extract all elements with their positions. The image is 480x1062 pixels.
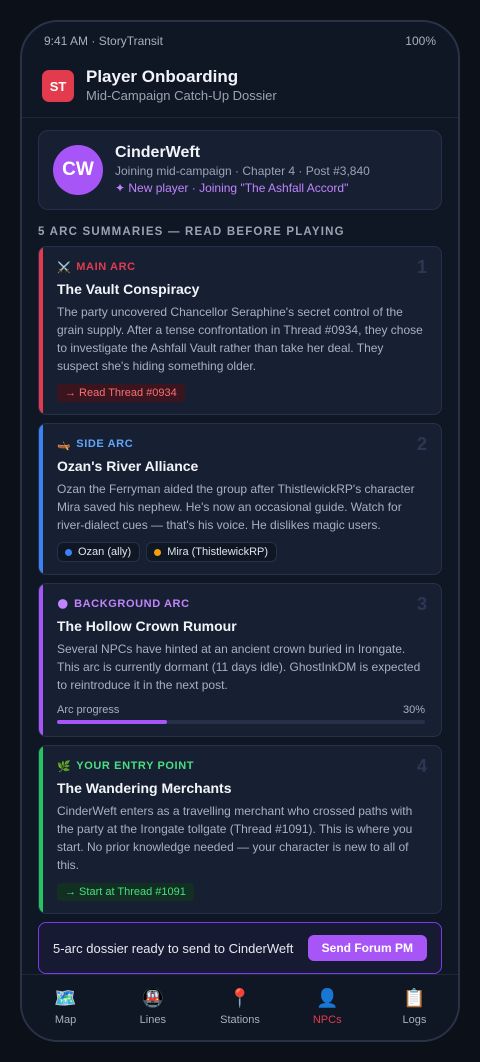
arc-card-side[interactable]: 2 🛶 SIDE ARC Ozan's River Alliance Ozan … xyxy=(38,423,442,575)
phone-frame: 9:41 AM · StoryTransit 100% ST Player On… xyxy=(20,20,460,1042)
battery-level: 100% xyxy=(405,34,436,48)
pin-icon: 📍 xyxy=(228,988,252,1008)
new-player-badge: ✦ New player · Joining "The Ashfall Acco… xyxy=(115,181,349,195)
arc-number: 3 xyxy=(416,594,427,614)
progress-track xyxy=(57,720,425,724)
swords-icon: ⚔️ xyxy=(57,261,72,274)
arc-number: 2 xyxy=(416,434,427,454)
app-logo: ST xyxy=(42,70,74,102)
arc-summary: The party uncovered Chancellor Seraphine… xyxy=(57,305,423,373)
map-icon: 🗺️ xyxy=(54,988,77,1008)
tab-label: Map xyxy=(54,1014,77,1026)
app-header: ST Player Onboarding Mid-Campaign Catch-… xyxy=(22,60,458,118)
person-icon: 👤 xyxy=(316,988,339,1008)
ally-dot-icon xyxy=(65,548,72,556)
arc-tag-label: YOUR ENTRY POINT xyxy=(76,760,195,772)
arc-accent-bar xyxy=(39,247,43,414)
herb-icon: 🌿 xyxy=(57,760,72,773)
progress-label: Arc progress xyxy=(57,704,120,716)
arc-title: The Hollow Crown Rumour xyxy=(57,618,237,634)
arc-card-main[interactable]: 1 ⚔️ MAIN ARC The Vault Conspiracy The p… xyxy=(38,246,442,415)
arc-number: 1 xyxy=(416,257,427,277)
arc-tag-label: BACKGROUND ARC xyxy=(74,598,190,610)
read-thread-link[interactable]: → Read Thread #0934 xyxy=(57,384,185,402)
arc-tag: 🛶 SIDE ARC xyxy=(57,436,425,452)
metro-icon: 🚇 xyxy=(141,988,165,1008)
arc-tag: 🌿 YOUR ENTRY POINT xyxy=(57,758,425,774)
tab-label: Stations xyxy=(220,1014,260,1026)
tab-label: NPCs xyxy=(312,1014,342,1026)
bottom-tab-bar: 🗺️ Map 🚇 Lines 📍 Stations 👤 NPCs 📋 Logs xyxy=(22,974,458,1040)
arc-title: The Vault Conspiracy xyxy=(57,281,200,297)
arc-tag-label: SIDE ARC xyxy=(76,438,134,450)
arc-accent-bar xyxy=(39,584,43,736)
player-name: CinderWeft xyxy=(115,144,201,161)
avatar: CW xyxy=(53,145,103,195)
tab-npcs[interactable]: 👤 NPCs xyxy=(284,975,371,1040)
tab-label: Logs xyxy=(402,1014,427,1026)
arc-progress-row: Arc progress 30% xyxy=(57,704,425,716)
tab-label: Lines xyxy=(139,1014,166,1026)
tab-lines[interactable]: 🚇 Lines xyxy=(109,975,196,1040)
progress-fill xyxy=(57,720,168,724)
character-chip[interactable]: Ozan (ally) xyxy=(57,542,141,562)
arc-summary: Several NPCs have hinted at an ancient c… xyxy=(57,642,421,692)
send-forum-pm-button[interactable]: Send Forum PM xyxy=(307,935,427,961)
page-subtitle: Mid-Campaign Catch-Up Dossier xyxy=(86,88,277,103)
chip-label: Ozan (ally) xyxy=(78,546,132,558)
arc-card-background[interactable]: 3 🌑 BACKGROUND ARC The Hollow Crown Rumo… xyxy=(38,583,442,737)
canoe-icon: 🛶 xyxy=(57,438,72,451)
moon-icon: 🌑 xyxy=(57,598,70,611)
arc-summary: CinderWeft enters as a travelling mercha… xyxy=(57,804,413,872)
arc-summary: Ozan the Ferryman aided the group after … xyxy=(57,482,415,532)
tab-map[interactable]: 🗺️ Map xyxy=(22,975,109,1040)
arc-title: The Wandering Merchants xyxy=(57,780,232,796)
status-bar: 9:41 AM · StoryTransit 100% xyxy=(22,22,458,60)
arc-number: 4 xyxy=(416,756,427,776)
progress-value: 30% xyxy=(402,704,425,716)
character-chips: Ozan (ally) Mira (ThistlewickRP) xyxy=(57,542,425,562)
character-dot-icon xyxy=(154,548,162,556)
arc-tag: 🌑 BACKGROUND ARC xyxy=(57,596,425,612)
start-thread-link[interactable]: → Start at Thread #1091 xyxy=(57,883,194,901)
dossier-status-text: 5-arc dossier ready to send to CinderWef… xyxy=(53,940,294,956)
arc-accent-bar xyxy=(39,746,43,913)
player-meta: Joining mid-campaign · Chapter 4 · Post … xyxy=(115,164,370,178)
tab-logs[interactable]: 📋 Logs xyxy=(371,975,458,1040)
page-title: Player Onboarding xyxy=(86,67,239,86)
player-profile-card: CW CinderWeft Joining mid-campaign · Cha… xyxy=(38,130,442,210)
section-title: 5 ARC SUMMARIES — READ BEFORE PLAYING xyxy=(38,226,345,238)
character-chip[interactable]: Mira (ThistlewickRP) xyxy=(146,542,278,562)
clipboard-icon: 📋 xyxy=(403,988,426,1008)
tab-stations[interactable]: 📍 Stations xyxy=(196,975,283,1040)
arc-accent-bar xyxy=(39,424,43,574)
status-time-app: 9:41 AM · StoryTransit xyxy=(44,34,163,48)
dossier-action-bar: 5-arc dossier ready to send to CinderWef… xyxy=(38,922,442,974)
chip-label: Mira (ThistlewickRP) xyxy=(167,546,269,558)
arc-card-entry[interactable]: 4 🌿 YOUR ENTRY POINT The Wandering Merch… xyxy=(38,745,442,914)
arc-tag: ⚔️ MAIN ARC xyxy=(57,259,425,275)
arc-tag-label: MAIN ARC xyxy=(76,261,136,273)
main-content: CW CinderWeft Joining mid-campaign · Cha… xyxy=(22,118,458,974)
arc-title: Ozan's River Alliance xyxy=(57,458,199,474)
